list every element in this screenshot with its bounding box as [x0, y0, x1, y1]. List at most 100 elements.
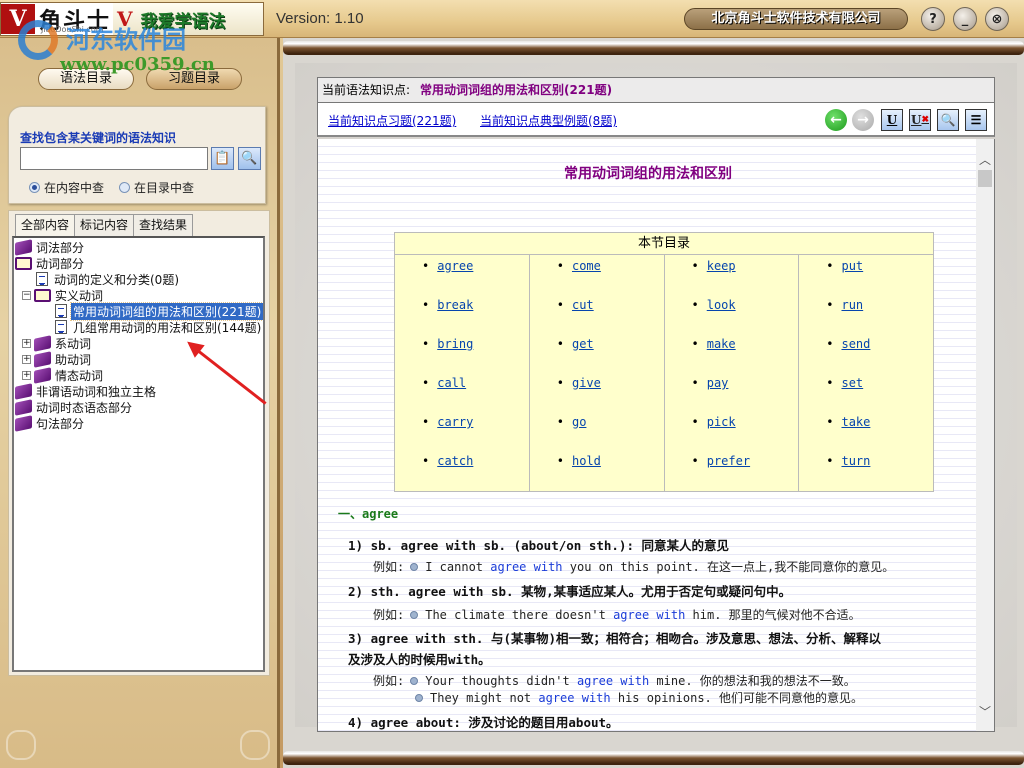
section-heading: 一、agree — [338, 507, 399, 521]
tree-node[interactable]: + 系动词 — [22, 334, 93, 352]
book-icon — [15, 398, 32, 416]
arrow-right-icon: → — [857, 112, 869, 128]
expand-icon[interactable]: + — [22, 370, 31, 380]
magnifier-icon: 🔍 — [241, 151, 258, 166]
toc-title: 本节目录 — [395, 233, 933, 255]
radio-search-toc[interactable]: 在目录中查 — [119, 179, 194, 196]
tree-node[interactable]: + 助动词 — [22, 350, 93, 368]
help-button[interactable]: ? — [921, 7, 945, 31]
search-input[interactable] — [20, 147, 208, 170]
tree-node[interactable]: 动词时态语态部分 — [15, 398, 134, 416]
toc-link[interactable]: send — [841, 337, 870, 351]
toc-link[interactable]: cut — [572, 298, 594, 312]
tab-search-results[interactable]: 查找结果 — [133, 214, 194, 236]
forward-button[interactable]: → — [852, 109, 874, 131]
examples-link[interactable]: 当前知识点典型例题(8题) — [480, 112, 617, 129]
underline-button[interactable]: U — [881, 109, 903, 131]
link-toolbar: 当前知识点习题(221题) 当前知识点典型例题(8题) ← → U U ✖ 🔍 ☰ — [317, 103, 995, 137]
toc-link[interactable]: come — [572, 259, 601, 273]
scroll-down-icon[interactable]: ﹀ — [978, 703, 992, 719]
tree-node[interactable]: 动词的定义和分类(0题) — [36, 271, 181, 287]
outline-icon: ☰ — [970, 113, 982, 127]
back-button[interactable]: ← — [825, 109, 847, 131]
toc-link[interactable]: carry — [437, 415, 473, 429]
exercises-link[interactable]: 当前知识点习题(221题) — [328, 112, 456, 129]
underline-icon: U — [886, 113, 898, 127]
rule-1: 1) sb. agree with sb. (about/on sth.): 同… — [348, 538, 730, 553]
toc-item: pay — [692, 376, 799, 415]
advanced-search-button[interactable]: 🔍 — [238, 147, 261, 170]
expand-icon[interactable]: + — [22, 338, 31, 348]
toc-link[interactable]: give — [572, 376, 601, 390]
book-icon — [34, 350, 51, 368]
radio-search-content[interactable]: 在内容中查 — [29, 179, 104, 196]
toc-link[interactable]: bring — [437, 337, 473, 351]
rule-3: 3) agree with sth. 与(某事物)相一致；相符合；相吻合。涉及意… — [348, 631, 882, 646]
tree-node[interactable]: 几组常用动词的用法和区别(144题) — [55, 319, 263, 335]
toc-link[interactable]: look — [707, 298, 736, 312]
corner-ornament-icon — [240, 730, 270, 760]
arrow-left-icon: ← — [830, 112, 842, 128]
toc-link[interactable]: pay — [707, 376, 729, 390]
toc-link[interactable]: set — [841, 376, 863, 390]
tree-node-selected[interactable]: 常用动词词组的用法和区别(221题) — [55, 301, 263, 321]
tree-node[interactable]: 非谓语动词和独立主格 — [15, 382, 158, 400]
toc-item: break — [422, 298, 529, 337]
toc-link[interactable]: go — [572, 415, 586, 429]
toc-link[interactable]: get — [572, 337, 594, 351]
grammar-tree[interactable]: 词法部分 动词部分 动词的定义和分类(0题) − 实义动词 常用动词词组的用法和区… — [12, 236, 265, 672]
minimize-button[interactable]: _ — [953, 7, 977, 31]
toc-item: agree — [422, 259, 529, 298]
tree-node[interactable]: 动词部分 — [15, 255, 86, 271]
toc-link[interactable]: catch — [437, 454, 473, 468]
rule-3-continued: 及涉及人的时候用with。 — [348, 652, 491, 667]
bullet-icon — [410, 677, 419, 685]
toc-item: set — [826, 376, 933, 415]
tree-node[interactable]: − 实义动词 — [22, 287, 105, 303]
expand-icon[interactable]: + — [22, 354, 31, 364]
radio-checked-icon — [29, 182, 40, 193]
tree-node[interactable]: + 情态动词 — [22, 366, 105, 384]
exercise-catalog-button[interactable]: 习题目录 — [146, 68, 242, 90]
tree-node[interactable]: 句法部分 — [15, 414, 86, 432]
open-book-icon — [34, 288, 51, 302]
collapse-icon[interactable]: − — [22, 290, 31, 300]
find-button[interactable]: 🔍 — [937, 109, 959, 131]
close-button[interactable]: ⊗ — [985, 7, 1009, 31]
search-button[interactable]: 📋 — [211, 147, 234, 170]
logo-slogan-box: V 我爱学语法 — [113, 3, 263, 35]
tab-all-content[interactable]: 全部内容 — [15, 214, 76, 237]
toc-link[interactable]: run — [841, 298, 863, 312]
grammar-catalog-button[interactable]: 语法目录 — [38, 68, 134, 90]
tab-marked-content[interactable]: 标记内容 — [74, 214, 135, 236]
toc-item: look — [692, 298, 799, 337]
toc-link[interactable]: break — [437, 298, 473, 312]
document-view[interactable]: 常用动词词组的用法和区别 本节目录 agree break bring call car… — [317, 139, 995, 732]
scroll-thumb[interactable] — [978, 170, 992, 187]
company-name: 北京角斗士软件技术有限公司 — [684, 8, 908, 30]
remove-underline-button[interactable]: U ✖ — [909, 109, 931, 131]
bullet-icon — [410, 563, 419, 571]
bullet-icon — [410, 611, 419, 619]
toc-link[interactable]: keep — [707, 259, 736, 273]
toc-item: get — [557, 337, 664, 376]
toc-link[interactable]: turn — [841, 454, 870, 468]
toc-link[interactable]: take — [841, 415, 870, 429]
toc-link[interactable]: make — [707, 337, 736, 351]
book-icon — [15, 382, 32, 400]
scroll-up-icon[interactable]: ︿ — [978, 151, 992, 167]
toc-link[interactable]: put — [841, 259, 863, 273]
knowledge-point-bar: 当前语法知识点: 常用动词词组的用法和区别(221题) — [317, 77, 995, 103]
toc-link[interactable]: agree — [437, 259, 473, 273]
outline-button[interactable]: ☰ — [965, 109, 987, 131]
toc-item: bring — [422, 337, 529, 376]
toc-item: cut — [557, 298, 664, 337]
toc-link[interactable]: prefer — [707, 454, 750, 468]
toc-link[interactable]: pick — [707, 415, 736, 429]
toc-link[interactable]: hold — [572, 454, 601, 468]
vertical-scrollbar[interactable]: ︿ ﹀ — [976, 139, 994, 731]
toc-link[interactable]: call — [437, 376, 466, 390]
tree-node[interactable]: 词法部分 — [15, 238, 86, 256]
book-icon — [15, 414, 32, 432]
remove-underline-icon: U — [910, 113, 922, 127]
